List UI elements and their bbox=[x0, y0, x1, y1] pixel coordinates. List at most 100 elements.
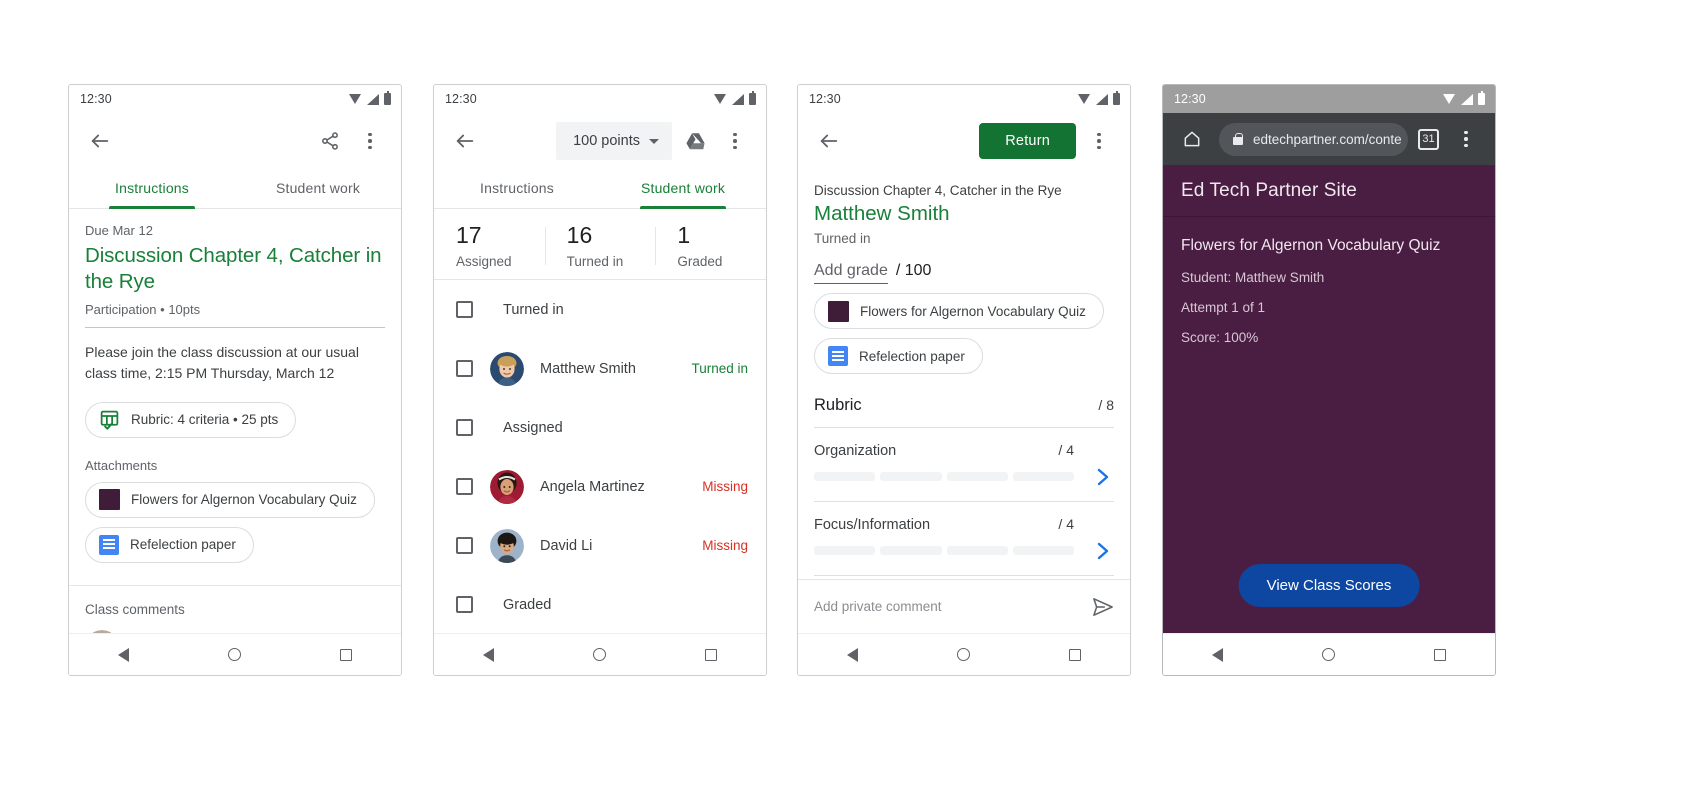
avatar bbox=[490, 528, 524, 563]
rubric-criterion[interactable]: Organization / 4 bbox=[814, 428, 1114, 502]
home-icon[interactable] bbox=[1175, 122, 1209, 156]
attachment-quiz[interactable]: Flowers for Algernon Vocabulary Quiz bbox=[85, 481, 375, 518]
phone-panel-browser: 12:30 edtechpartner.com/conte 31 Ed Tech… bbox=[1162, 84, 1496, 676]
phone-panel-student-work: 12:30 100 points Instructions Student wo… bbox=[433, 84, 767, 676]
attachment-quiz[interactable]: Flowers for Algernon Vocabulary Quiz bbox=[814, 293, 1104, 329]
stat-graded[interactable]: 1 Graded bbox=[655, 222, 766, 269]
assignment-title: Discussion Chapter 4, Catcher in the Rye bbox=[85, 244, 382, 294]
stat-number: 1 bbox=[677, 222, 691, 248]
criterion-name: Focus/Information bbox=[814, 517, 931, 533]
status-time: 12:30 bbox=[80, 92, 112, 106]
nav-home-icon[interactable] bbox=[227, 648, 241, 661]
phone-panel-instructions: 12:30 Instructions Student work Due Mar … bbox=[68, 84, 402, 676]
criterion-score: / 4 bbox=[1058, 516, 1074, 532]
avatar bbox=[490, 351, 524, 386]
quiz-swatch-icon bbox=[99, 489, 120, 511]
chevron-right-icon[interactable] bbox=[1096, 466, 1110, 488]
divider-green bbox=[85, 327, 385, 329]
nav-back-icon[interactable] bbox=[118, 647, 130, 662]
quiz-swatch-icon bbox=[828, 300, 849, 322]
tab-instructions[interactable]: Instructions bbox=[434, 169, 600, 208]
back-arrow-icon[interactable] bbox=[812, 124, 846, 158]
nav-back-icon[interactable] bbox=[847, 647, 859, 662]
grade-max: / 100 bbox=[895, 262, 932, 279]
stat-assigned[interactable]: 17 Assigned bbox=[434, 222, 545, 269]
status-bar: 12:30 bbox=[798, 85, 1130, 113]
criterion-score: / 4 bbox=[1058, 442, 1074, 458]
group-label: Graded bbox=[503, 596, 552, 613]
tab-instructions[interactable]: Instructions bbox=[69, 169, 235, 208]
more-options-icon[interactable] bbox=[1082, 124, 1116, 158]
stat-turned-in[interactable]: 16 Turned in bbox=[544, 222, 656, 269]
group-label: Assigned bbox=[503, 419, 563, 436]
view-class-scores-button[interactable]: View Class Scores bbox=[1238, 564, 1420, 607]
attachment-doc[interactable]: Refelection paper bbox=[85, 526, 254, 563]
wifi-icon bbox=[349, 94, 362, 104]
send-icon[interactable] bbox=[1092, 597, 1114, 617]
cellular-icon bbox=[367, 93, 379, 105]
google-drive-icon[interactable] bbox=[678, 124, 712, 158]
more-options-icon[interactable] bbox=[353, 124, 387, 158]
nav-recents-icon[interactable] bbox=[339, 648, 352, 661]
chevron-right-icon[interactable] bbox=[1096, 540, 1110, 562]
android-nav-bar bbox=[69, 633, 401, 675]
more-options-icon[interactable] bbox=[718, 124, 752, 158]
more-options-icon[interactable] bbox=[1449, 122, 1483, 156]
nav-recents-icon[interactable] bbox=[704, 648, 717, 661]
nav-back-icon[interactable] bbox=[483, 647, 495, 662]
list-item-group[interactable]: Turned in bbox=[434, 280, 766, 339]
chevron-down-icon bbox=[649, 138, 659, 144]
attachments-list: Flowers for Algernon Vocabulary Quiz Ref… bbox=[814, 293, 1114, 374]
grade-input[interactable]: Add grade bbox=[814, 262, 888, 284]
android-nav-bar bbox=[798, 633, 1130, 675]
nav-back-icon[interactable] bbox=[1212, 647, 1224, 662]
rubric-criterion[interactable]: Focus/Information / 4 bbox=[814, 502, 1114, 576]
comment-author: Ali Dinsmoor bbox=[132, 632, 216, 633]
list-item-group[interactable]: Assigned bbox=[434, 398, 766, 457]
student-work-body: 17 Assigned 16 Turned in 1 Graded Turned… bbox=[434, 209, 766, 633]
nav-home-icon[interactable] bbox=[592, 648, 606, 661]
status-time: 12:30 bbox=[1174, 92, 1206, 106]
status-bar: 12:30 bbox=[69, 85, 401, 113]
private-comment-input[interactable]: Add private comment bbox=[814, 599, 942, 614]
checkbox[interactable] bbox=[456, 537, 473, 555]
nav-recents-icon[interactable] bbox=[1068, 648, 1081, 661]
rubric-chip[interactable]: Rubric: 4 criteria • 25 pts bbox=[85, 401, 297, 438]
checkbox[interactable] bbox=[456, 596, 473, 614]
points-label: 100 points bbox=[573, 133, 640, 149]
app-bar: 100 points bbox=[434, 113, 766, 169]
nav-home-icon[interactable] bbox=[1321, 648, 1335, 661]
tab-student-work[interactable]: Student work bbox=[600, 169, 766, 208]
checkbox[interactable] bbox=[456, 478, 473, 496]
avatar bbox=[85, 629, 119, 633]
tab-count-button[interactable]: 31 bbox=[1418, 128, 1439, 150]
back-arrow-icon[interactable] bbox=[448, 124, 482, 158]
attachment-label: Refelection paper bbox=[859, 348, 965, 364]
share-icon[interactable] bbox=[313, 124, 347, 158]
checkbox[interactable] bbox=[456, 419, 473, 437]
checkbox[interactable] bbox=[456, 360, 473, 378]
checkbox[interactable] bbox=[456, 301, 473, 319]
back-arrow-icon[interactable] bbox=[83, 124, 117, 158]
address-bar[interactable]: edtechpartner.com/conte bbox=[1219, 122, 1408, 156]
list-item-student[interactable]: Matthew Smith Turned in bbox=[434, 339, 766, 398]
class-comments-label: Class comments bbox=[85, 601, 185, 617]
points-dropdown[interactable]: 100 points bbox=[556, 122, 672, 160]
list-item-group[interactable]: Graded bbox=[434, 575, 766, 633]
cellular-icon bbox=[1461, 93, 1473, 105]
group-label: Turned in bbox=[503, 301, 564, 318]
cellular-icon bbox=[732, 93, 744, 105]
status-bar: 12:30 bbox=[1163, 85, 1495, 113]
status-icons bbox=[1443, 91, 1485, 105]
list-item-student[interactable]: Angela Martinez Missing bbox=[434, 457, 766, 516]
url-text: edtechpartner.com/conte bbox=[1253, 131, 1402, 147]
attachment-doc[interactable]: Refelection paper bbox=[814, 338, 983, 374]
nav-home-icon[interactable] bbox=[956, 648, 970, 661]
attachments-label: Attachments bbox=[85, 457, 158, 473]
list-item-student[interactable]: David Li Missing bbox=[434, 516, 766, 575]
tab-student-work[interactable]: Student work bbox=[235, 169, 401, 208]
browser-toolbar: edtechpartner.com/conte 31 bbox=[1163, 113, 1495, 165]
return-button[interactable]: Return bbox=[979, 123, 1076, 159]
nav-recents-icon[interactable] bbox=[1433, 648, 1446, 661]
quiz-student: Student: Matthew Smith bbox=[1181, 270, 1325, 285]
